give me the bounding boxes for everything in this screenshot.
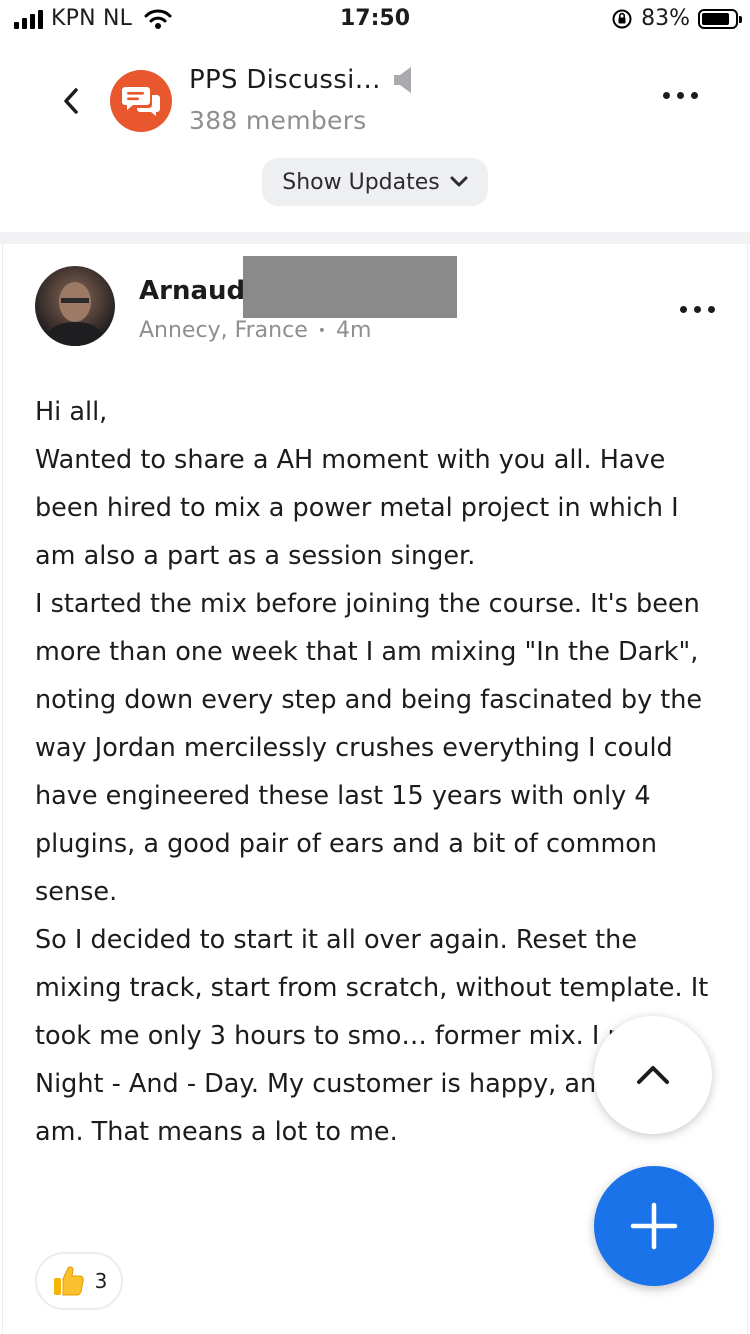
chevron-up-icon	[637, 1066, 669, 1084]
more-dot	[694, 306, 701, 313]
plus-icon	[630, 1202, 678, 1250]
post-more-button[interactable]	[680, 306, 715, 313]
reaction-button[interactable]: 3	[35, 1252, 123, 1310]
author-meta: Annecy, France • 4m	[139, 318, 371, 343]
section-divider	[0, 232, 750, 244]
meta-separator: •	[317, 322, 326, 339]
post-paragraph: I started the mix before joining the cou…	[35, 589, 703, 907]
group-avatar[interactable]	[110, 70, 172, 132]
create-post-button[interactable]	[594, 1166, 714, 1286]
member-count[interactable]: 388 members	[189, 106, 367, 135]
group-title: PPS Discussi…	[189, 65, 381, 95]
avatar-photo	[43, 282, 107, 346]
more-dot	[691, 92, 698, 99]
speaker-muted-icon	[393, 67, 411, 93]
post-time: 4m	[336, 318, 372, 343]
battery-percent: 83%	[641, 6, 690, 31]
battery-level	[702, 12, 729, 25]
author-name[interactable]: Arnaud	[139, 276, 245, 306]
status-bar: KPN NL 17:50 83%	[0, 0, 750, 40]
post-paragraph: Wanted to share a AH moment with you all…	[35, 445, 679, 571]
show-updates-label: Show Updates	[282, 169, 440, 195]
thumbs-up-icon	[53, 1266, 84, 1296]
post-paragraph: Hi all,	[35, 397, 108, 427]
author-avatar[interactable]	[35, 266, 115, 346]
orientation-lock-icon	[612, 9, 632, 28]
scroll-to-top-button[interactable]	[594, 1016, 712, 1134]
group-title-row[interactable]: PPS Discussi…	[189, 64, 417, 96]
status-right: 83%	[611, 6, 742, 31]
chevron-down-icon	[450, 176, 468, 187]
chat-bubbles-icon	[122, 87, 160, 116]
reaction-count: 3	[94, 1269, 108, 1293]
more-dot	[663, 92, 670, 99]
more-dot	[708, 306, 715, 313]
chevron-left-icon	[64, 88, 78, 114]
redaction-box	[243, 256, 457, 318]
show-updates-button[interactable]: Show Updates	[262, 158, 488, 206]
group-header: PPS Discussi… 388 members Show Updates	[0, 44, 750, 234]
more-dot	[677, 92, 684, 99]
more-dot	[680, 306, 687, 313]
author-location: Annecy, France	[139, 318, 308, 343]
group-more-button[interactable]	[663, 92, 698, 99]
battery-icon	[698, 8, 742, 29]
back-button[interactable]	[56, 84, 86, 118]
